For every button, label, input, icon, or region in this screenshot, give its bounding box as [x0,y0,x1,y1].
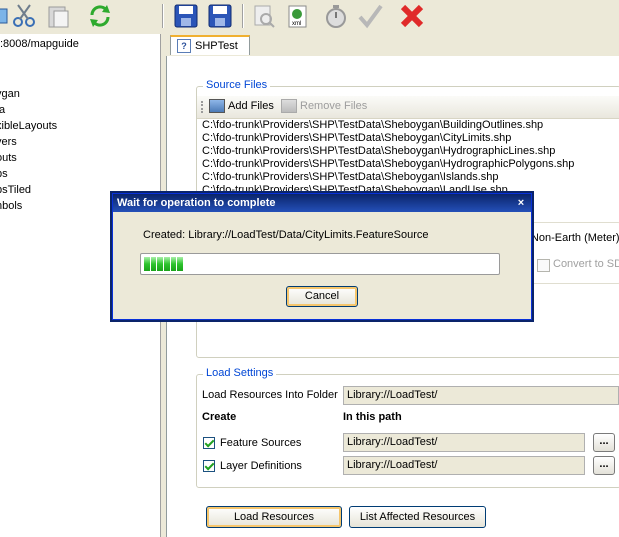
refresh-icon[interactable] [86,2,114,30]
xml-icon[interactable]: xml [284,2,312,30]
list-item[interactable]: C:\fdo-trunk\Providers\SHP\TestData\Sheb… [199,145,619,158]
create-header: Create [202,411,237,423]
list-item[interactable]: C:\fdo-trunk\Providers\SHP\TestData\Sheb… [199,132,619,145]
check-icon[interactable] [356,2,384,30]
coordsys-text: "Non-Earth (Meter) [527,232,619,244]
tree-item[interactable]: ta [0,102,57,118]
add-files-icon [209,99,225,113]
remove-files-button[interactable]: Remove Files [281,99,367,113]
main-toolbar: xml [0,0,619,33]
folder-label: Load Resources Into Folder [202,389,338,401]
source-file-list[interactable]: C:\fdo-trunk\Providers\SHP\TestData\Sheb… [199,119,619,203]
remove-files-icon [281,99,297,113]
save-as-icon[interactable] [206,2,234,30]
source-files-title: Source Files [203,79,271,91]
progress-segment [177,257,183,271]
close-icon[interactable]: × [515,197,527,209]
tree-item[interactable]: psTiled [0,182,57,198]
paste-icon[interactable] [44,2,72,30]
feature-sources-browse-button[interactable]: ... [593,433,615,452]
progress-bar [140,253,500,275]
feature-sources-label: Feature Sources [220,437,302,449]
convert-label: Convert to SD [553,258,619,270]
save-icon[interactable] [172,2,200,30]
add-files-label: Add Files [228,100,274,112]
tree-item[interactable]: yers [0,134,57,150]
grip-handle [201,101,205,113]
progress-segment [157,257,164,271]
progress-segment [170,257,177,271]
tree-item[interactable]: ygan [0,86,57,102]
delete-icon[interactable] [398,2,426,30]
convert-checkbox[interactable] [537,259,550,272]
source-files-toolbar: Add Files Remove Files [197,96,619,119]
wait-dialog: Wait for operation to complete × Created… [112,193,532,320]
folder-field[interactable]: Library://LoadTest/ [343,386,619,405]
tree-item[interactable]: ps [0,166,57,182]
layer-definitions-path[interactable]: Library://LoadTest/ [343,456,585,475]
validate-icon[interactable] [250,2,278,30]
path-header: In this path [343,411,402,423]
tree-root[interactable]: :8008/mapguide [0,38,79,50]
layer-definitions-browse-button[interactable]: ... [593,456,615,475]
progress-segment [144,257,150,271]
question-icon: ? [177,39,191,53]
load-settings-title: Load Settings [203,367,277,379]
layer-definitions-checkbox[interactable] [203,460,215,472]
svg-text:xml: xml [292,21,301,27]
progress-segment [164,257,170,271]
tree-item[interactable]: nbols [0,198,57,214]
tree-item[interactable]: xibleLayouts [0,118,57,134]
timer-icon[interactable] [322,2,350,30]
load-resources-button[interactable]: Load Resources [206,506,342,528]
remove-files-label: Remove Files [300,100,368,112]
dialog-title: Wait for operation to complete [113,194,531,212]
tab-shptest[interactable]: ? SHPTest [170,35,250,55]
list-item[interactable]: C:\fdo-trunk\Providers\SHP\TestData\Sheb… [199,171,619,184]
progress-fill [144,257,183,271]
feature-sources-path[interactable]: Library://LoadTest/ [343,433,585,452]
list-item[interactable]: C:\fdo-trunk\Providers\SHP\TestData\Sheb… [199,158,619,171]
list-affected-resources-button[interactable]: List Affected Resources [349,506,486,528]
cancel-button[interactable]: Cancel [286,286,358,307]
cut-icon[interactable] [10,2,38,30]
tree-item[interactable]: outs [0,150,57,166]
layer-definitions-label: Layer Definitions [220,460,302,472]
feature-sources-checkbox[interactable] [203,437,215,449]
tab-label: SHPTest [195,40,238,52]
add-files-button[interactable]: Add Files [209,99,274,113]
editor-tab-strip: ? SHPTest [166,34,619,57]
progress-segment [150,257,157,271]
dialog-message: Created: Library://LoadTest/Data/CityLim… [143,229,429,241]
list-item[interactable]: C:\fdo-trunk\Providers\SHP\TestData\Sheb… [199,119,619,132]
